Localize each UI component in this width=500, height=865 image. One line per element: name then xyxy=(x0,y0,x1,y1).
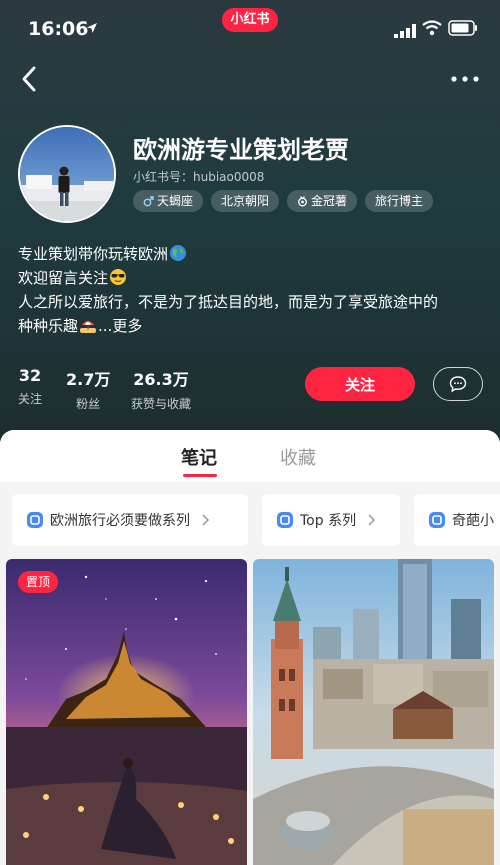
profile-bio: 专业策划带你玩转欧洲 欢迎留言关注 人之所以爱旅行，不是为了抵达目的地，而是为了… xyxy=(18,242,488,338)
stat-value: 2.7万 xyxy=(66,370,111,389)
beach-emoji-icon xyxy=(80,321,97,333)
bio-text: 欢迎留言关注 xyxy=(18,269,109,287)
more-options-icon[interactable] xyxy=(450,72,480,86)
tag-location: 北京朝阳 xyxy=(211,190,280,212)
sunglasses-emoji-icon xyxy=(110,269,127,285)
collection-icon xyxy=(429,512,445,528)
tag-label: 天蝎座 xyxy=(157,194,194,208)
series-label: 奇葩小 xyxy=(452,513,494,529)
stat-label: 获赞与收藏 xyxy=(131,397,192,411)
stat-likes[interactable]: 26.3万 获赞与收藏 xyxy=(131,366,191,412)
tag-label: 旅行博主 xyxy=(375,194,424,208)
collection-icon xyxy=(27,512,43,528)
stat-label: 粉丝 xyxy=(76,397,101,411)
series-label: Top 系列 xyxy=(300,513,357,529)
tag-label: 金冠薯 xyxy=(311,194,348,208)
wifi-icon xyxy=(422,20,442,36)
pinned-badge: 置顶 xyxy=(18,571,59,593)
tab-bar: 笔记 收藏 xyxy=(0,430,500,482)
tab-notes[interactable]: 笔记 xyxy=(181,444,217,470)
stat-followers[interactable]: 2.7万 粉丝 xyxy=(66,366,110,412)
bio-more-link[interactable]: ...更多 xyxy=(98,317,142,335)
bio-line: 专业策划带你玩转欧洲 xyxy=(18,242,488,266)
chat-bubble-icon xyxy=(449,376,467,393)
location-arrow-icon xyxy=(87,23,97,33)
tag-zodiac: 天蝎座 xyxy=(133,190,204,212)
bio-line: 欢迎留言关注 xyxy=(18,266,488,290)
tag-label: 北京朝阳 xyxy=(221,194,270,208)
stat-value: 26.3万 xyxy=(133,370,189,389)
crown-medal-icon xyxy=(298,195,307,206)
tab-collect[interactable]: 收藏 xyxy=(280,444,316,470)
series-card[interactable]: 欧洲旅行必须要做系列 xyxy=(12,494,248,546)
note-cover-image xyxy=(253,559,494,865)
profile-name: 欧洲游专业策划老贾 xyxy=(133,136,349,164)
content-panel: 笔记 收藏 欧洲旅行必须要做系列 Top 系列 奇葩小 置顶 xyxy=(0,430,500,865)
avatar[interactable] xyxy=(18,125,116,223)
stat-label: 关注 xyxy=(18,392,43,406)
follow-button[interactable]: 关注 xyxy=(305,367,415,401)
series-card[interactable]: 奇葩小 xyxy=(414,494,500,546)
male-symbol-icon xyxy=(143,195,154,206)
active-tab-indicator xyxy=(183,474,217,477)
stat-value: 32 xyxy=(18,366,42,385)
series-label: 欧洲旅行必须要做系列 xyxy=(50,513,190,529)
cellular-signal-icon xyxy=(394,24,416,38)
chevron-right-icon xyxy=(202,514,210,526)
profile-id: 小红书号：hubiao0008 xyxy=(133,170,265,184)
status-bar: 16:06 小红书 xyxy=(0,0,500,56)
tag-category: 旅行博主 xyxy=(365,190,434,212)
note-cover-image xyxy=(6,559,247,865)
series-row: 欧洲旅行必须要做系列 Top 系列 奇葩小 xyxy=(0,490,500,546)
bio-text: 专业策划带你玩转欧洲 xyxy=(18,245,169,263)
collection-icon xyxy=(277,512,293,528)
message-button[interactable] xyxy=(433,367,483,401)
note-card[interactable] xyxy=(253,559,494,865)
profile-header: 16:06 小红书 欧洲游专业策划老贾 小红书号：hubiao0008 天蝎座 … xyxy=(0,0,500,450)
battery-icon xyxy=(448,20,477,36)
status-time: 16:06 xyxy=(28,18,89,40)
bio-text: 种种乐趣 xyxy=(18,317,79,335)
app-logo-badge: 小红书 xyxy=(222,8,278,32)
tag-level[interactable]: 金冠薯 xyxy=(287,190,358,212)
bio-line: 人之所以爱旅行，不是为了抵达目的地，而是为了享受旅途中的 xyxy=(18,293,439,311)
profile-tags: 天蝎座 北京朝阳 金冠薯 旅行博主 xyxy=(133,190,434,214)
back-arrow-icon[interactable] xyxy=(16,64,42,94)
bio-line: 种种乐趣 ...更多 xyxy=(18,314,488,338)
chevron-right-icon xyxy=(368,514,376,526)
note-card-pinned[interactable]: 置顶 xyxy=(6,559,247,865)
series-card[interactable]: Top 系列 xyxy=(262,494,400,546)
globe-emoji-icon xyxy=(170,245,187,261)
stat-following[interactable]: 32 关注 xyxy=(18,366,42,407)
